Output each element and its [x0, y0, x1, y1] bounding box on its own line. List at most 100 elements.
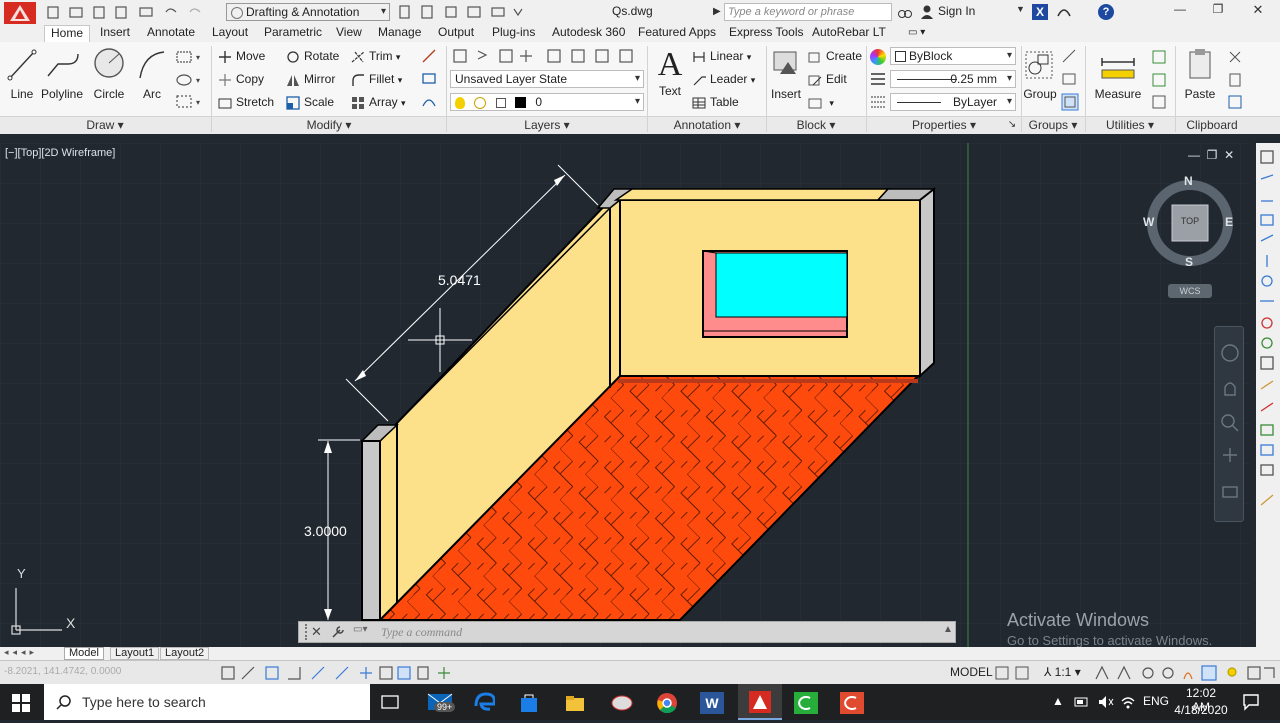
- color-select[interactable]: ByBlock: [890, 47, 1016, 65]
- array-button[interactable]: Array ▾: [351, 92, 406, 112]
- caret-icon[interactable]: ▶: [713, 3, 723, 21]
- viewport-controls-label[interactable]: [−][Top][2D Wireframe]: [5, 147, 115, 159]
- viewport-window-controls[interactable]: — ❐ ✕: [1188, 148, 1248, 162]
- group-button[interactable]: Group: [1022, 46, 1058, 101]
- command-expand-icon[interactable]: ▲: [943, 624, 953, 635]
- word-icon[interactable]: W: [700, 692, 724, 714]
- mail-icon[interactable]: 99+: [426, 690, 460, 714]
- table-button[interactable]: Table: [692, 92, 739, 112]
- wall-end-left[interactable]: [361, 440, 381, 621]
- taskbar-search[interactable]: Type here to search: [44, 684, 370, 720]
- modify-extra-tools[interactable]: [420, 48, 440, 112]
- layer-state-select[interactable]: Unsaved Layer State: [450, 70, 644, 88]
- wifi-icon[interactable]: [1120, 694, 1136, 710]
- layer-select[interactable]: 0: [450, 93, 644, 111]
- groups-panel-label[interactable]: Groups ▾: [1022, 117, 1084, 133]
- compass-west[interactable]: W: [1143, 215, 1154, 229]
- drawing-viewport[interactable]: [−][Top][2D Wireframe] 5.0471 3.0000 Y X…: [0, 143, 1250, 648]
- right-toolbar[interactable]: [1256, 143, 1280, 647]
- coordinates-readout[interactable]: -8.2021, 141.4742, 0.0000: [4, 666, 121, 677]
- app-icon[interactable]: [610, 692, 634, 714]
- tab-model[interactable]: Model: [64, 647, 104, 660]
- model-space-toggle[interactable]: MODEL: [950, 665, 993, 679]
- fillet-button[interactable]: Fillet ▾: [351, 69, 402, 89]
- a360-icon[interactable]: [1056, 4, 1072, 20]
- edge-icon[interactable]: [473, 692, 496, 714]
- vertical-dimension-text[interactable]: 3.0000: [304, 523, 347, 539]
- compass-north[interactable]: N: [1184, 174, 1193, 188]
- close-button[interactable]: ✕: [1246, 2, 1270, 20]
- panel-toggle-icon[interactable]: ▭ ▾: [902, 25, 931, 42]
- color-wheel-icon[interactable]: [870, 49, 886, 65]
- tab-featured-apps[interactable]: Featured Apps: [632, 25, 722, 42]
- draw-small-tools[interactable]: ▾ ▾ ▾: [174, 48, 208, 112]
- command-history-icon[interactable]: ▭▾: [353, 624, 375, 640]
- window-glass[interactable]: [715, 252, 848, 318]
- aligned-dimension-text[interactable]: 5.0471: [438, 272, 481, 288]
- command-line[interactable]: ✕ ▭▾ Type a command ▲: [298, 621, 956, 643]
- tab-layout2[interactable]: Layout2: [160, 647, 210, 660]
- tab-plugins[interactable]: Plug-ins: [486, 25, 541, 42]
- utilities-panel-label[interactable]: Utilities ▾: [1086, 117, 1174, 133]
- linetype-select[interactable]: ByLayer: [890, 93, 1016, 111]
- mirror-button[interactable]: Mirror: [286, 69, 335, 89]
- windows-start-icon[interactable]: [12, 694, 30, 712]
- tab-layout1[interactable]: Layout1: [110, 647, 160, 660]
- rotate-button[interactable]: Rotate: [286, 46, 339, 66]
- polyline-button[interactable]: Polyline: [40, 46, 84, 101]
- tab-view[interactable]: View: [330, 25, 368, 42]
- measure-button[interactable]: Measure: [1092, 46, 1144, 101]
- line-button[interactable]: Line: [4, 46, 40, 101]
- help-icon[interactable]: ?: [1098, 4, 1114, 20]
- annotation-panel-label[interactable]: Annotation ▾: [648, 117, 766, 133]
- utilities-tools[interactable]: [1150, 48, 1170, 114]
- chevron-down-icon[interactable]: ▼: [1016, 4, 1025, 14]
- exchange-icon[interactable]: X: [1032, 4, 1048, 20]
- leader-button[interactable]: Leader ▾: [692, 69, 755, 89]
- wcs-menu[interactable]: WCS: [1168, 284, 1212, 298]
- store-icon[interactable]: [518, 692, 540, 714]
- volume-muted-icon[interactable]: [1098, 694, 1114, 710]
- tab-autodesk-360[interactable]: Autodesk 360: [546, 25, 631, 42]
- block-panel-label[interactable]: Block ▾: [767, 117, 865, 133]
- properties-panel-label[interactable]: Properties ▾: [867, 117, 1021, 133]
- layout-nav-arrows[interactable]: ◂◂◂▸: [4, 647, 38, 658]
- scale-button[interactable]: Scale: [286, 92, 334, 112]
- camtasia-icon[interactable]: [794, 692, 818, 714]
- lineweight-select[interactable]: 0.25 mm: [890, 70, 1016, 88]
- edit-block-button[interactable]: Edit: [808, 69, 847, 89]
- clipboard-tools[interactable]: [1226, 48, 1246, 114]
- create-block-button[interactable]: Create: [808, 46, 862, 66]
- tab-parametric[interactable]: Parametric: [258, 25, 328, 42]
- status-tray-icons[interactable]: [1092, 664, 1278, 682]
- viewcube-top-face[interactable]: TOP: [1172, 216, 1208, 226]
- battery-icon[interactable]: [1074, 694, 1090, 710]
- tab-autorebar-lt[interactable]: AutoRebar LT: [806, 25, 892, 42]
- trim-button[interactable]: Trim ▾: [351, 46, 400, 66]
- command-close-icon[interactable]: ✕: [311, 624, 322, 640]
- search-input[interactable]: Type a keyword or phrase: [724, 3, 892, 21]
- group-tools[interactable]: [1060, 48, 1080, 114]
- tab-home[interactable]: Home: [44, 25, 91, 42]
- linear-button[interactable]: Linear ▾: [692, 46, 751, 66]
- draw-panel-label[interactable]: Draw ▾: [0, 117, 210, 133]
- file-explorer-icon[interactable]: [564, 692, 586, 714]
- tray-chevron-icon[interactable]: ▲: [1052, 694, 1064, 708]
- tab-manage[interactable]: Manage: [372, 25, 427, 42]
- annotation-scale[interactable]: ⅄ 1:1 ▾: [1044, 665, 1081, 679]
- quick-access-extra[interactable]: [396, 3, 536, 21]
- clock-date[interactable]: 4/18/2020: [1174, 703, 1228, 717]
- circle-button[interactable]: Circle: [88, 46, 130, 101]
- block-attributes-button[interactable]: ▾: [808, 92, 834, 112]
- autocad-taskbar-icon[interactable]: [738, 684, 782, 720]
- language-indicator[interactable]: ENG: [1143, 694, 1169, 708]
- restore-button[interactable]: ❐: [1206, 2, 1230, 20]
- minimize-button[interactable]: —: [1168, 2, 1192, 20]
- lineweight-icon[interactable]: [870, 71, 886, 87]
- modify-panel-label[interactable]: Modify ▾: [212, 117, 446, 133]
- compass-east[interactable]: E: [1225, 215, 1233, 229]
- recorder-icon[interactable]: [840, 692, 864, 714]
- workspace-select[interactable]: Drafting & Annotation: [226, 3, 390, 21]
- copy-button[interactable]: Copy: [218, 69, 264, 89]
- layout-icons[interactable]: [994, 664, 1034, 682]
